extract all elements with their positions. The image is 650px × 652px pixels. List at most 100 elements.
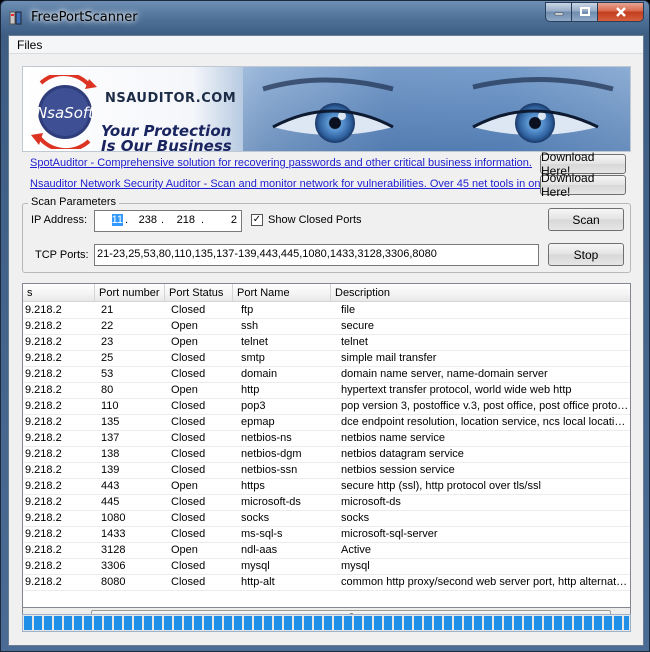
ip-dot: . [125, 214, 129, 226]
cell-port-name: http [241, 384, 260, 396]
scan-parameters-title: Scan Parameters [28, 196, 119, 208]
cell-address: 9.218.2 [25, 352, 62, 364]
ad-banner[interactable]: NsaSoft NSAUDITOR.COM Your Protection Is… [22, 66, 631, 152]
ip-octet-1[interactable]: 11 [95, 214, 123, 226]
table-row[interactable]: 9.218.2 3128 Open ndl-aas Active [23, 543, 630, 559]
cell-port-number: 138 [101, 448, 120, 460]
cell-description: file [341, 304, 356, 316]
cell-port-number: 135 [101, 416, 120, 428]
cell-address: 9.218.2 [25, 464, 62, 476]
table-row[interactable]: 9.218.2 21 Closed ftp file [23, 303, 630, 319]
window-title: FreePortScanner [31, 10, 138, 25]
tcp-ports-label: TCP Ports: [35, 249, 89, 261]
maximize-icon [579, 7, 590, 16]
cell-port-name: ftp [241, 304, 254, 316]
results-table[interactable]: s Port number Port Status Port Name Desc… [22, 283, 631, 608]
cell-port-status: Open [171, 320, 198, 332]
spotauditor-link[interactable]: SpotAuditor - Comprehensive solution for… [30, 157, 532, 173]
show-closed-ports-label[interactable]: Show Closed Ports [268, 214, 362, 226]
ip-dot: . [201, 214, 205, 226]
cell-port-status: Closed [171, 304, 206, 316]
show-closed-ports-checkbox[interactable]: ✓ [251, 214, 263, 226]
column-header-port-name[interactable]: Port Name [233, 284, 331, 302]
cell-address: 9.218.2 [25, 480, 62, 492]
close-icon [615, 7, 626, 17]
cell-address: 9.218.2 [25, 576, 62, 588]
cell-description: pop version 3, postoffice v.3, post offi… [341, 400, 629, 412]
table-row[interactable]: 9.218.2 22 Open ssh secure [23, 319, 630, 335]
cell-port-status: Open [171, 384, 198, 396]
table-row[interactable]: 9.218.2 139 Closed netbios-ssn netbios sessi… [23, 463, 630, 479]
table-row[interactable]: 9.218.2 138 Closed netbios-dgm netbios datag… [23, 447, 630, 463]
cell-description: dce endpoint resolution, location servic… [341, 416, 629, 428]
download-nsauditor-button[interactable]: Download Here! [540, 171, 626, 199]
column-header-address[interactable]: s [23, 284, 95, 302]
cell-port-name: ms-sql-s [241, 528, 283, 540]
ip-octet-3[interactable]: 218 [171, 214, 195, 226]
cell-address: 9.218.2 [25, 400, 62, 412]
eyes-image [243, 67, 630, 151]
close-button[interactable] [598, 2, 644, 22]
cell-port-number: 53 [101, 368, 114, 380]
cell-port-name: http-alt [241, 576, 275, 588]
cell-address: 9.218.2 [25, 560, 62, 572]
cell-port-number: 110 [101, 400, 119, 412]
window-controls [545, 2, 644, 22]
cell-address: 9.218.2 [25, 384, 62, 396]
table-row[interactable]: 9.218.2 445 Closed microsoft-ds microsoft-ds [23, 495, 630, 511]
table-row[interactable]: 9.218.2 23 Open telnet telnet [23, 335, 630, 351]
table-row[interactable]: 9.218.2 135 Closed epmap dce endpoint resolu… [23, 415, 630, 431]
stop-button[interactable]: Stop [548, 243, 624, 266]
menu-files[interactable]: Files [17, 38, 42, 52]
cell-address: 9.218.2 [25, 496, 62, 508]
cell-port-name: ssh [241, 320, 259, 332]
cell-description: secure [341, 320, 375, 332]
column-header-description[interactable]: Description [331, 284, 630, 302]
cell-port-status: Closed [171, 576, 206, 588]
ip-octet-4[interactable]: 2 [213, 214, 237, 226]
cell-port-number: 445 [101, 496, 120, 508]
nsauditor-link[interactable]: Nsauditor Network Security Auditor - Sca… [30, 178, 550, 194]
scan-progress-bar [22, 614, 631, 632]
cell-address: 9.218.2 [25, 336, 62, 348]
cell-description: common http proxy/second web server port… [341, 576, 629, 588]
table-row[interactable]: 9.218.2 8080 Closed http-alt common http pro… [23, 575, 630, 591]
cell-port-number: 443 [101, 480, 120, 492]
table-row[interactable]: 9.218.2 3306 Closed mysql mysql [23, 559, 630, 575]
ip-octet-2[interactable]: 238 [133, 214, 157, 226]
cell-port-status: Closed [171, 528, 206, 540]
cell-description: microsoft-ds [341, 496, 401, 508]
ip-address-input[interactable]: 11 . 238 . 218 . 2 [94, 210, 242, 232]
cell-port-status: Open [171, 544, 198, 556]
minimize-button[interactable] [545, 2, 572, 22]
column-header-port-number[interactable]: Port number [95, 284, 165, 302]
table-row[interactable]: 9.218.2 25 Closed smtp simple mail transfer [23, 351, 630, 367]
cell-address: 9.218.2 [25, 512, 62, 524]
table-row[interactable]: 9.218.2 1433 Closed ms-sql-s microsoft-sql-s… [23, 527, 630, 543]
table-row[interactable]: 9.218.2 80 Open http hypertext transfer prot… [23, 383, 630, 399]
scan-button[interactable]: Scan [548, 208, 624, 231]
maximize-button[interactable] [572, 2, 598, 22]
cell-description: Active [341, 544, 371, 556]
table-row[interactable]: 9.218.2 443 Open https secure http (ssl), ht… [23, 479, 630, 495]
client-area: Files NsaSoft NSAUDITOR.COM Your Protect… [8, 35, 644, 646]
nsasoft-logo: NsaSoft [31, 75, 97, 149]
app-icon [9, 11, 22, 25]
column-header-port-status[interactable]: Port Status [165, 284, 233, 302]
cell-port-status: Closed [171, 512, 206, 524]
cell-port-status: Open [171, 336, 198, 348]
table-row[interactable]: 9.218.2 110 Closed pop3 pop version 3, posto… [23, 399, 630, 415]
cell-description: simple mail transfer [341, 352, 437, 364]
cell-description: netbios datagram service [341, 448, 464, 460]
cell-description: netbios session service [341, 464, 455, 476]
table-row[interactable]: 9.218.2 137 Closed netbios-ns netbios name s… [23, 431, 630, 447]
table-row[interactable]: 9.218.2 53 Closed domain domain name server,… [23, 367, 630, 383]
ip-dot: . [161, 214, 165, 226]
cell-port-number: 137 [101, 432, 120, 444]
cell-description: microsoft-sql-server [341, 528, 438, 540]
tcp-ports-input[interactable]: 21-23,25,53,80,110,135,137-139,443,445,1… [94, 244, 539, 266]
title-bar[interactable]: FreePortScanner [1, 1, 649, 35]
cell-port-status: Closed [171, 496, 206, 508]
cell-port-name: netbios-ns [241, 432, 292, 444]
table-row[interactable]: 9.218.2 1080 Closed socks socks [23, 511, 630, 527]
